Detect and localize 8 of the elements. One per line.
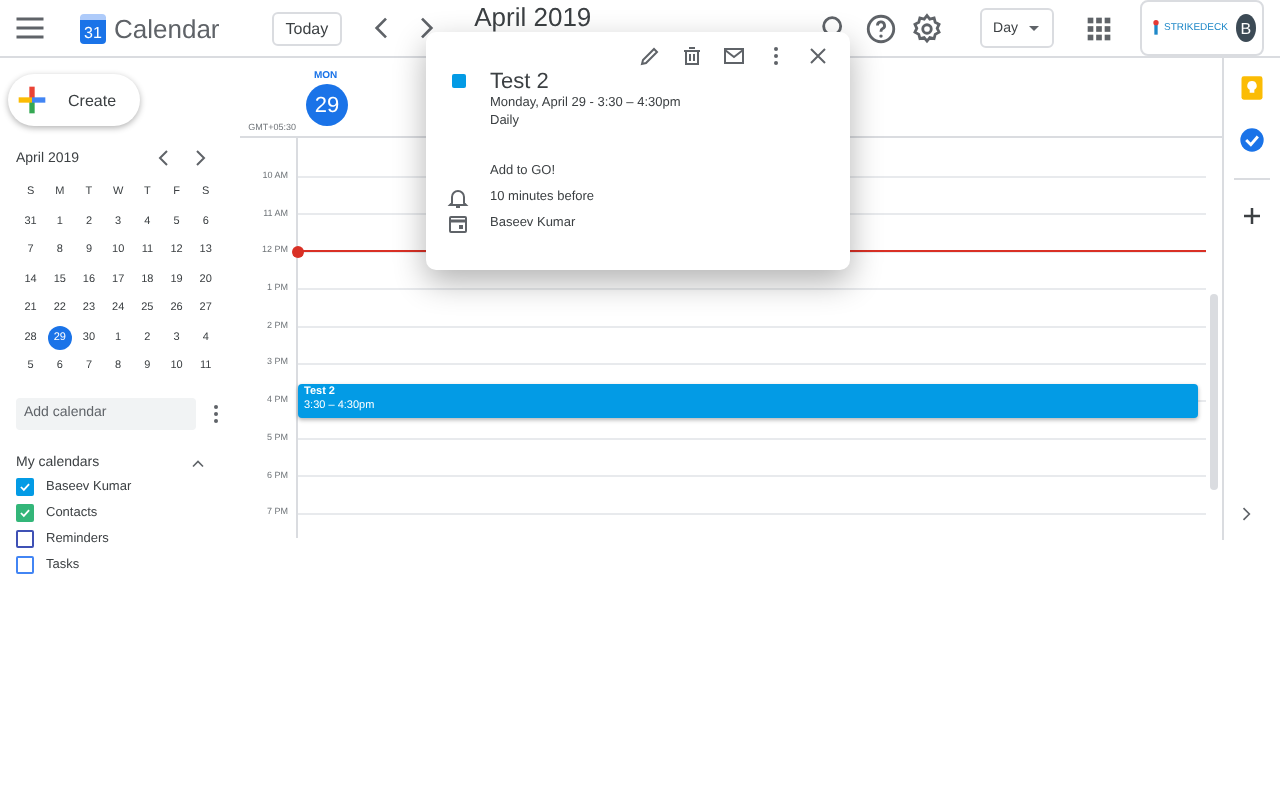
calendar-logo[interactable]: 31 <box>80 13 106 43</box>
date-title: April 2019 <box>474 0 592 30</box>
today-button[interactable]: Today <box>271 11 343 45</box>
date-badge[interactable]: 29 <box>306 84 348 126</box>
create-button[interactable]: Create <box>8 74 141 126</box>
avatar[interactable]: B <box>1235 14 1256 42</box>
event-title: Test 2 <box>490 69 549 93</box>
app-name: Calendar <box>114 13 220 43</box>
